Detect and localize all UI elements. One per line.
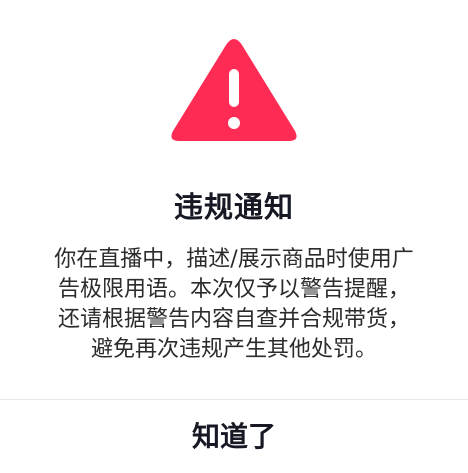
dialog-title: 违规通知 (173, 190, 294, 224)
violation-notice-dialog: 违规通知 你在直播中，描述/展示商品时使用广 告极限用语。本次仅予以警告提醒， … (0, 0, 468, 473)
exclamation-bar (229, 69, 239, 107)
confirm-button[interactable]: 知道了 (0, 400, 468, 473)
message-line: 还请根据警告内容自查并合规带货， (57, 307, 410, 332)
warning-triangle-icon (171, 39, 297, 141)
dialog-message: 你在直播中，描述/展示商品时使用广 告极限用语。本次仅予以警告提醒， 还请根据警… (24, 245, 444, 365)
message-line: 避免再次违规产生其他处罚。 (90, 337, 377, 362)
exclamation-dot (228, 117, 240, 129)
message-line: 告极限用语。本次仅予以警告提醒， (57, 277, 410, 302)
message-line: 你在直播中，描述/展示商品时使用广 (54, 247, 414, 272)
